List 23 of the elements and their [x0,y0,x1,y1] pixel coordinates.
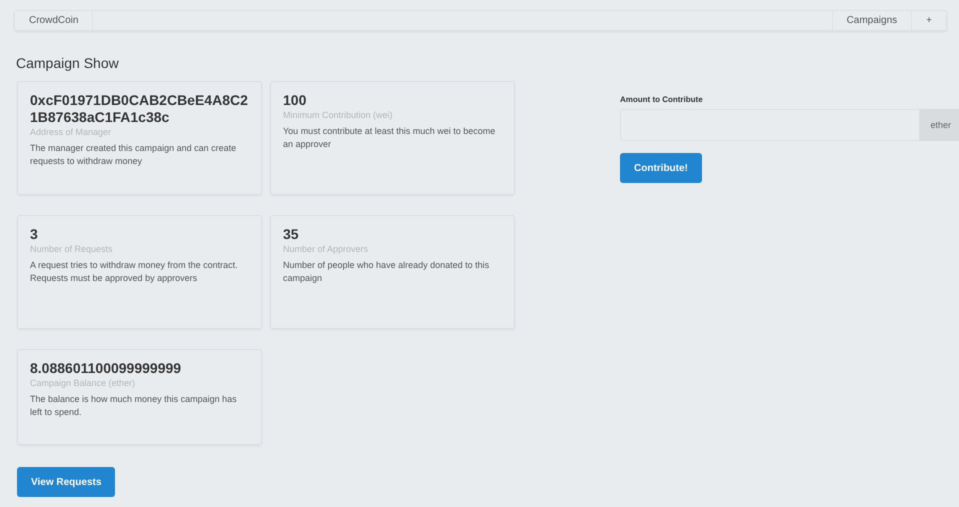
card-description: The balance is how much money this campaign has left to spend. [30,393,238,419]
card-description: You must contribute at least this much wei to become an approver [283,125,496,151]
card-meta: Number of Requests [30,244,114,254]
card-description: Number of people who have already donated to this campaign [283,259,490,285]
card-description: A request tries to withdraw money from the contract. Requests must be approved by approvers [30,259,239,285]
contribute-button[interactable]: Contribute! [620,153,702,183]
card-meta: Address of Manager [30,127,112,137]
card-header: 3 [30,226,39,243]
card-header: 100 [283,92,308,109]
brand-link[interactable]: CrowdCoin [15,11,94,30]
card-meta: Number of Approvers [283,244,370,254]
card-description: The manager created this campaign and can create requests to withdraw money [30,142,238,168]
card-meta: Campaign Balance (ether) [30,378,136,388]
add-link[interactable]: + [911,11,946,30]
campaigns-link[interactable]: Campaigns [832,11,912,30]
view-requests-button[interactable]: View Requests [17,467,116,497]
card-header: 35 [283,226,300,243]
card-meta: Minimum Contribution (wei) [283,110,394,120]
unit-label: ether [920,109,959,141]
amount-label: Amount to Contribute [620,95,703,104]
card-header: 0xcF01971DB0CAB2CBeE4A8C21B87638aC1FA1c38c [30,92,249,126]
page-heading: Campaign Show [16,55,120,71]
card-header: 8.088601100099999999 [30,360,182,377]
